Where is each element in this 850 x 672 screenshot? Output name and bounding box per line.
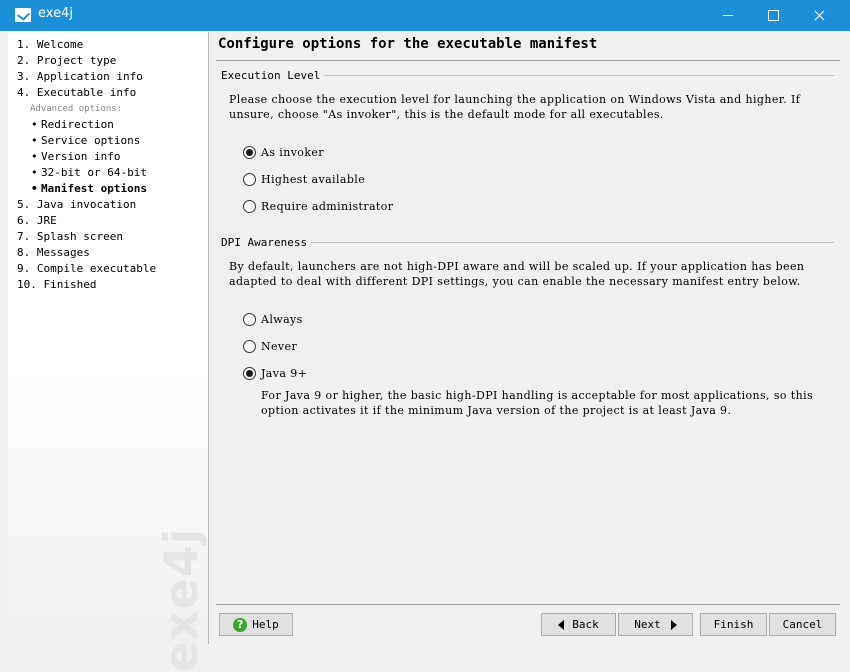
next-button[interactable]: Next bbox=[618, 613, 693, 636]
radio-label: Always bbox=[261, 312, 303, 326]
app-icon bbox=[15, 8, 31, 22]
step-executable-info[interactable]: 4. Executable info bbox=[17, 85, 156, 101]
note-line: option activates it if the minimum Java … bbox=[261, 404, 732, 417]
back-button-label: Back bbox=[572, 618, 599, 631]
radio-label: Never bbox=[261, 339, 298, 353]
substep-version-info[interactable]: • Version info bbox=[17, 149, 156, 165]
title-bar: exe4j bbox=[0, 0, 850, 31]
page-title: Configure options for the executable man… bbox=[218, 36, 598, 52]
bullet: • bbox=[31, 118, 38, 131]
dpi-awareness-group-title: DPI Awareness bbox=[221, 236, 312, 249]
radio-button-selected[interactable] bbox=[243, 366, 256, 380]
radio-button[interactable] bbox=[243, 312, 256, 326]
radio-label: Require administrator bbox=[261, 199, 394, 213]
finish-button[interactable]: Finish bbox=[700, 613, 767, 636]
step-java-invocation[interactable]: 5. Java invocation bbox=[17, 197, 156, 213]
step-finished[interactable]: 10. Finished bbox=[17, 277, 156, 293]
step-application-info[interactable]: 3. Application info bbox=[17, 69, 156, 85]
radio-java-9-plus[interactable]: Java 9+ bbox=[243, 365, 307, 381]
description-line: adapted to deal with different DPI setti… bbox=[229, 275, 801, 288]
back-button[interactable]: Back bbox=[541, 613, 616, 636]
substep-label: Manifest options bbox=[41, 182, 147, 195]
cancel-button-label: Cancel bbox=[782, 618, 823, 631]
bullet: • bbox=[31, 166, 38, 179]
substep-manifest-options[interactable]: • Manifest options bbox=[17, 181, 156, 197]
radio-button[interactable] bbox=[243, 339, 256, 353]
help-icon: ? bbox=[233, 617, 248, 632]
window-title: exe4j bbox=[38, 6, 73, 21]
substep-label: Redirection bbox=[41, 118, 114, 131]
maximize-button[interactable] bbox=[750, 0, 796, 31]
bullet: • bbox=[31, 182, 38, 195]
minimize-button[interactable] bbox=[705, 0, 751, 31]
radio-as-invoker[interactable]: As invoker bbox=[243, 144, 324, 160]
wizard-steps-list: 1. Welcome 2. Project type 3. Applicatio… bbox=[17, 37, 156, 293]
help-button-label: Help bbox=[252, 618, 279, 631]
radio-button[interactable] bbox=[243, 172, 256, 186]
description-line: Please choose the execution level for la… bbox=[229, 93, 801, 106]
bullet: • bbox=[31, 134, 38, 147]
radio-label: As invoker bbox=[261, 145, 324, 159]
note-line: For Java 9 or higher, the basic high-DPI… bbox=[261, 389, 814, 402]
step-project-type[interactable]: 2. Project type bbox=[17, 53, 156, 69]
execution-level-description: Please choose the execution level for la… bbox=[229, 92, 829, 122]
wizard-steps-panel: 1. Welcome 2. Project type 3. Applicatio… bbox=[8, 32, 209, 672]
substep-32-or-64-bit[interactable]: • 32-bit or 64-bit bbox=[17, 165, 156, 181]
radio-label: Java 9+ bbox=[261, 366, 308, 380]
radio-require-administrator[interactable]: Require administrator bbox=[243, 198, 393, 214]
step-splash-screen[interactable]: 7. Splash screen bbox=[17, 229, 156, 245]
step-compile-executable[interactable]: 9. Compile executable bbox=[17, 261, 156, 277]
substep-redirection[interactable]: • Redirection bbox=[17, 117, 156, 133]
execution-level-group-title: Execution Level bbox=[221, 69, 325, 82]
next-button-label: Next bbox=[634, 618, 661, 631]
arrow-left-icon bbox=[558, 619, 565, 630]
substep-label: Version info bbox=[41, 150, 121, 163]
footer-divider bbox=[216, 604, 840, 605]
cancel-button[interactable]: Cancel bbox=[769, 613, 836, 636]
help-button[interactable]: ? Help bbox=[219, 613, 293, 636]
radio-always[interactable]: Always bbox=[243, 311, 303, 327]
header-divider bbox=[216, 60, 840, 61]
radio-label: Highest available bbox=[261, 172, 366, 186]
step-welcome[interactable]: 1. Welcome bbox=[17, 37, 156, 53]
arrow-right-icon bbox=[670, 619, 677, 630]
step-jre[interactable]: 6. JRE bbox=[17, 213, 156, 229]
group-divider bbox=[302, 242, 834, 243]
radio-button[interactable] bbox=[243, 199, 256, 213]
substep-label: Service options bbox=[41, 134, 141, 147]
radio-button-selected[interactable] bbox=[243, 145, 256, 159]
radio-highest-available[interactable]: Highest available bbox=[243, 171, 365, 187]
java-9-note: For Java 9 or higher, the basic high-DPI… bbox=[261, 388, 831, 418]
substep-service-options[interactable]: • Service options bbox=[17, 133, 156, 149]
finish-button-label: Finish bbox=[713, 618, 754, 631]
description-line: unsure, choose "As invoker", this is the… bbox=[229, 108, 664, 121]
radio-never[interactable]: Never bbox=[243, 338, 297, 354]
dpi-awareness-description: By default, launchers are not high-DPI a… bbox=[229, 259, 829, 289]
advanced-options-label: Advanced options: bbox=[30, 104, 123, 114]
close-button[interactable] bbox=[796, 0, 842, 31]
description-line: By default, launchers are not high-DPI a… bbox=[229, 260, 805, 273]
step-messages[interactable]: 8. Messages bbox=[17, 245, 156, 261]
bullet: • bbox=[31, 150, 38, 163]
group-divider bbox=[312, 75, 834, 76]
substep-label: 32-bit or 64-bit bbox=[41, 166, 147, 179]
